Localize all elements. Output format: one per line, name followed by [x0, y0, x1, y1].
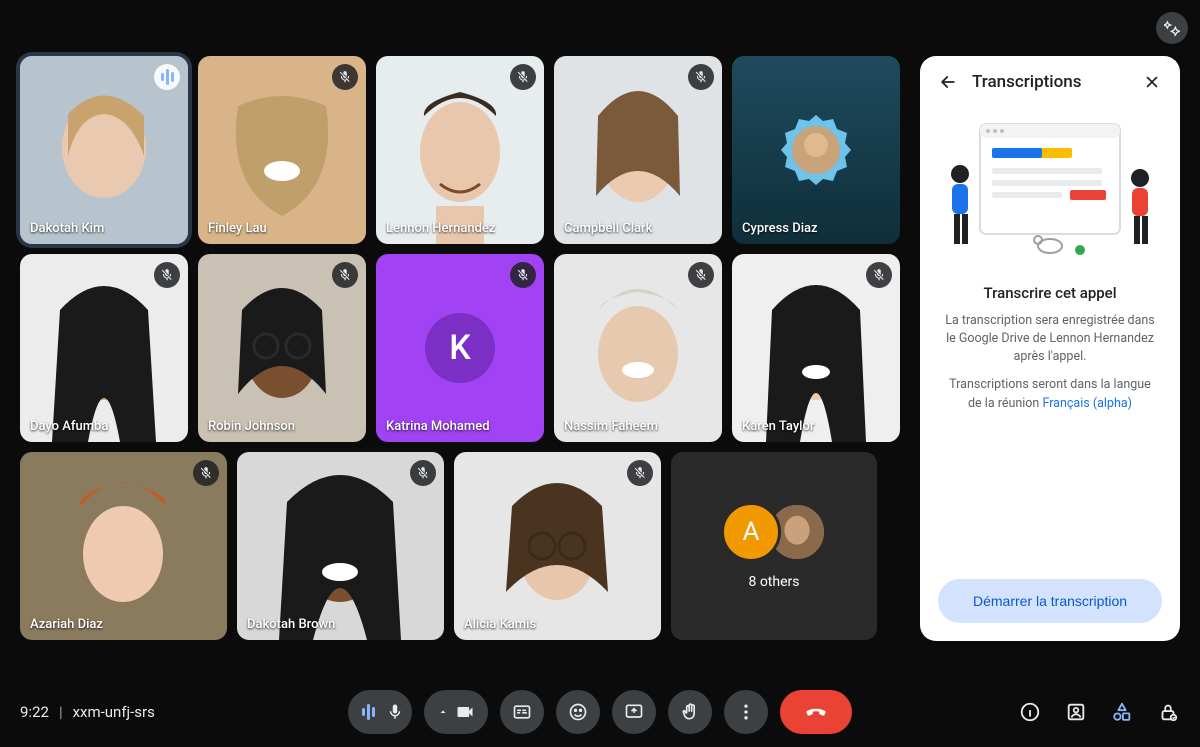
language-link[interactable]: Français (alpha)	[1042, 396, 1132, 411]
muted-icon	[627, 460, 653, 486]
info-button[interactable]	[1018, 700, 1042, 724]
bottom-bar: 9:22 | xxm-unfj-srs	[0, 677, 1200, 747]
participant-name: Campbell Clark	[564, 221, 652, 236]
more-vertical-icon	[736, 702, 756, 722]
panel-heading: Transcrire cet appel	[938, 284, 1162, 302]
muted-icon	[510, 262, 536, 288]
participant-tile[interactable]: Finley Lau	[198, 56, 366, 244]
host-controls-button[interactable]	[1156, 700, 1180, 724]
participant-tile[interactable]: Dayo Afumba	[20, 254, 188, 442]
phone-hangup-icon	[803, 699, 829, 725]
start-transcription-button[interactable]: Démarrer la transcription	[938, 579, 1162, 623]
transcriptions-panel: Transcriptions	[920, 56, 1180, 641]
reactions-button[interactable]	[556, 690, 600, 734]
muted-icon	[866, 262, 892, 288]
present-icon	[624, 702, 644, 722]
back-button[interactable]	[938, 72, 958, 92]
muted-icon	[332, 262, 358, 288]
participant-tile[interactable]: K Katrina Mohamed	[376, 254, 544, 442]
participant-avatar	[732, 56, 900, 244]
chevron-up-icon	[437, 706, 449, 718]
participant-tile[interactable]: Alicia Kamis	[454, 452, 661, 640]
clock-time: 9:22	[20, 703, 49, 721]
meeting-info[interactable]: 9:22 | xxm-unfj-srs	[20, 703, 155, 721]
effects-button[interactable]	[1156, 12, 1188, 44]
activities-button[interactable]	[1110, 700, 1134, 724]
others-tile[interactable]: A 8 others	[671, 452, 877, 640]
participant-name: Cypress Diaz	[742, 221, 818, 236]
captions-button[interactable]	[500, 690, 544, 734]
participant-tile[interactable]: Campbell Clark	[554, 56, 722, 244]
end-call-button[interactable]	[780, 690, 852, 734]
mic-icon	[386, 703, 404, 721]
muted-icon	[154, 262, 180, 288]
participant-name: Lennon Hernandez	[386, 221, 495, 236]
others-label: 8 others	[748, 574, 799, 590]
grid-row: Azariah Diaz Dakotah Brown Alicia Kamis	[20, 452, 900, 640]
close-button[interactable]	[1142, 72, 1162, 92]
participant-tile[interactable]: Dakotah Brown	[237, 452, 444, 640]
muted-icon	[510, 64, 536, 90]
muted-icon	[410, 460, 436, 486]
mic-button[interactable]	[348, 690, 412, 734]
others-avatars: A	[721, 502, 827, 562]
muted-icon	[332, 64, 358, 90]
camera-icon	[455, 702, 475, 722]
participant-name: Katrina Mohamed	[386, 419, 490, 434]
audio-level-icon	[356, 702, 380, 722]
hand-icon	[680, 702, 700, 722]
avatar-initial: A	[721, 502, 781, 562]
grid-row: Dakotah Kim Finley Lau	[20, 56, 900, 244]
speaking-indicator-icon	[154, 64, 180, 90]
call-controls	[348, 690, 852, 734]
people-button[interactable]	[1064, 700, 1088, 724]
grid-row: Dayo Afumba Robin Johnson K Katrina Moha…	[20, 254, 900, 442]
participant-name: Alicia Kamis	[464, 617, 536, 632]
panel-body-1: La transcription sera enregistrée dans l…	[938, 312, 1162, 366]
participant-tile[interactable]: Dakotah Kim	[20, 56, 188, 244]
panel-header: Transcriptions	[938, 72, 1162, 92]
participant-name: Dakotah Brown	[247, 617, 335, 632]
participant-name: Dayo Afumba	[30, 419, 108, 434]
participant-name: Nassim Faheem	[564, 419, 658, 434]
lock-icon	[1157, 701, 1179, 723]
participant-name: Robin Johnson	[208, 419, 295, 434]
raise-hand-button[interactable]	[668, 690, 712, 734]
participant-tile[interactable]: Karen Taylor	[732, 254, 900, 442]
participant-grid: Dakotah Kim Finley Lau	[20, 56, 900, 665]
panel-illustration	[940, 114, 1160, 264]
participant-tile[interactable]: Robin Johnson	[198, 254, 366, 442]
meeting-code: xxm-unfj-srs	[73, 703, 155, 721]
main-area: Dakotah Kim Finley Lau	[0, 0, 1200, 677]
participant-tile[interactable]: Lennon Hernandez	[376, 56, 544, 244]
right-utilities	[1018, 700, 1180, 724]
participant-tile[interactable]: Nassim Faheem	[554, 254, 722, 442]
captions-icon	[512, 702, 532, 722]
participant-name: Azariah Diaz	[30, 617, 103, 632]
people-icon	[1065, 701, 1087, 723]
emoji-icon	[568, 702, 588, 722]
panel-body-2: Transcriptions seront dans la langue de …	[938, 376, 1162, 412]
participant-name: Dakotah Kim	[30, 221, 104, 236]
present-button[interactable]	[612, 690, 656, 734]
info-icon	[1019, 701, 1041, 723]
muted-icon	[688, 64, 714, 90]
muted-icon	[193, 460, 219, 486]
shapes-icon	[1111, 701, 1133, 723]
participant-tile[interactable]: Azariah Diaz	[20, 452, 227, 640]
participant-name: Karen Taylor	[742, 419, 814, 434]
participant-name: Finley Lau	[208, 221, 267, 236]
muted-icon	[688, 262, 714, 288]
panel-title: Transcriptions	[972, 72, 1128, 92]
camera-button[interactable]	[424, 690, 488, 734]
more-options-button[interactable]	[724, 690, 768, 734]
meet-app: Dakotah Kim Finley Lau	[0, 0, 1200, 747]
participant-tile[interactable]: Cypress Diaz	[732, 56, 900, 244]
